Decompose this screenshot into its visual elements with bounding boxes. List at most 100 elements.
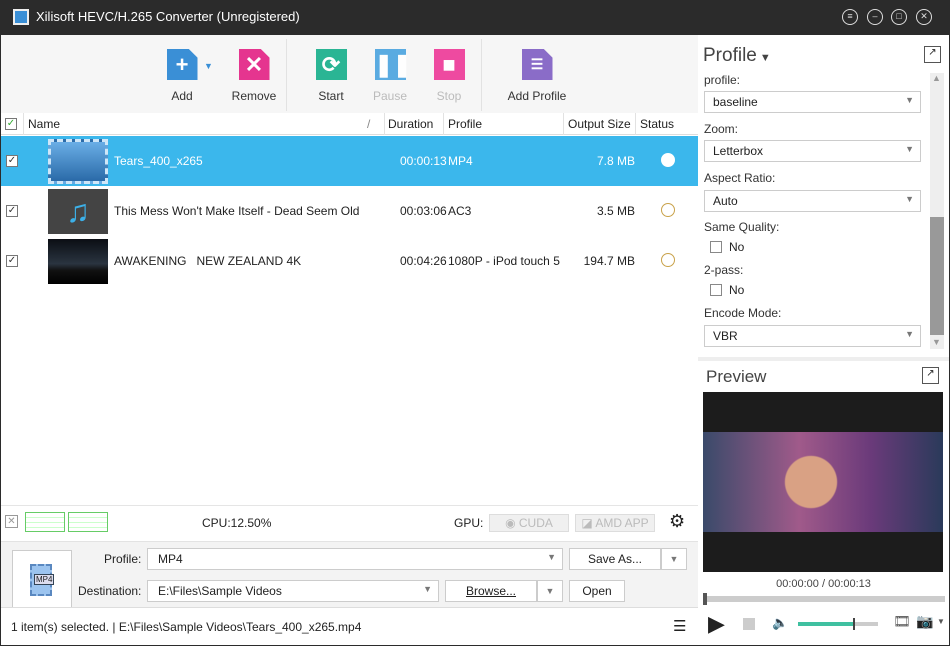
cpu-usage: CPU:12.50%: [202, 516, 272, 530]
add-profile-label: Add Profile: [507, 89, 567, 103]
play-button[interactable]: ▶: [708, 611, 725, 637]
volume-handle[interactable]: [853, 618, 855, 630]
file-list-header: ✓ Name / Duration Profile Output Size St…: [1, 113, 698, 135]
refresh-icon: ⟳: [315, 49, 347, 80]
same-quality-label: Same Quality:: [704, 220, 780, 234]
file-row[interactable]: ✓ AWAKENING NEW ZEALAND 4K 00:04:26 1080…: [1, 236, 698, 286]
nvidia-icon: ◉: [505, 516, 519, 530]
column-output-size[interactable]: Output Size: [568, 117, 631, 131]
app-logo-icon: [13, 9, 29, 25]
camera-icon[interactable]: 📷: [916, 613, 933, 630]
zoom-select[interactable]: Letterbox ▼: [704, 140, 921, 162]
amd-label: AMD APP: [595, 516, 649, 530]
two-pass-value: No: [729, 283, 745, 297]
two-pass-checkbox[interactable]: [710, 284, 722, 296]
column-duration[interactable]: Duration: [388, 117, 433, 131]
destination-select[interactable]: E:\Files\Sample Videos ▼: [147, 580, 439, 602]
browse-button[interactable]: Browse...: [445, 580, 537, 602]
remove-button[interactable]: ✕ Remove: [219, 49, 289, 103]
encode-mode-select[interactable]: VBR ▼: [704, 325, 921, 347]
file-name: This Mess Won't Make Itself - Dead Seem …: [114, 204, 360, 218]
audio-thumbnail: ♫: [48, 189, 108, 234]
format-badge: MP4: [34, 574, 55, 585]
file-row[interactable]: ✓ ♫ This Mess Won't Make Itself - Dead S…: [1, 186, 698, 236]
clock-icon: [661, 203, 675, 217]
profile-select[interactable]: MP4 ▼: [147, 548, 563, 570]
scroll-thumb[interactable]: [930, 217, 944, 335]
scroll-up-icon[interactable]: ▲: [932, 73, 941, 83]
expand-icon[interactable]: ↗: [922, 367, 939, 384]
file-profile[interactable]: 1080P - iPod touch 5: [448, 254, 560, 268]
select-all-checkbox[interactable]: ✓: [5, 118, 17, 130]
row-checkbox[interactable]: ✓: [6, 255, 18, 267]
status-bar: 1 item(s) selected. | E:\Files\Sample Vi…: [1, 607, 698, 645]
zoom-value: Letterbox: [713, 144, 764, 158]
two-pass-label: 2-pass:: [704, 263, 744, 277]
same-quality-value: No: [729, 240, 745, 254]
file-profile[interactable]: MP4: [448, 154, 473, 168]
row-checkbox[interactable]: ✓: [6, 155, 18, 167]
profile-scrollbar[interactable]: ▲ ▼: [930, 73, 944, 349]
profile-option-value: baseline: [713, 95, 758, 109]
scroll-down-icon[interactable]: ▼: [932, 337, 941, 347]
stop-button[interactable]: ■ Stop: [414, 49, 484, 103]
maximize-button[interactable]: □: [891, 9, 907, 25]
column-profile[interactable]: Profile: [448, 117, 482, 131]
close-button[interactable]: ✕: [916, 9, 932, 25]
remove-label: Remove: [231, 89, 277, 103]
output-settings: MP4 Profile: MP4 ▼ Save As... ▼ Destinati…: [1, 541, 698, 610]
log-icon[interactable]: ☰: [673, 617, 686, 635]
profile-option-select[interactable]: baseline ▼: [704, 91, 921, 113]
expand-icon[interactable]: ↗: [924, 46, 941, 63]
snapshot-list-icon[interactable]: 🎞: [893, 613, 911, 630]
save-as-dropdown[interactable]: ▼: [661, 548, 687, 570]
profile-option-label: profile:: [704, 73, 741, 87]
column-status[interactable]: Status: [640, 117, 674, 131]
row-checkbox[interactable]: ✓: [6, 205, 18, 217]
menu-icon[interactable]: ≡: [842, 9, 858, 25]
profile-label: Profile:: [104, 552, 142, 566]
same-quality-checkbox[interactable]: [710, 241, 722, 253]
seek-bar[interactable]: [703, 593, 945, 605]
close-graph-icon[interactable]: ✕: [5, 515, 18, 528]
volume-icon[interactable]: 🔈: [772, 615, 788, 631]
minimize-button[interactable]: –: [867, 9, 883, 25]
title-bar: Xilisoft HEVC/H.265 Converter (Unregiste…: [0, 0, 950, 34]
save-as-button[interactable]: Save As...: [569, 548, 661, 570]
caret-down-icon: ▼: [756, 52, 771, 64]
add-profile-button[interactable]: ☰ Add Profile: [492, 49, 582, 103]
profile-panel-title[interactable]: Profile ▼: [703, 45, 771, 67]
toolbar: + Add ▼ ✕ Remove ⟳ Start ❚❚ Pause ■ Stop ☰ Add…: [1, 35, 698, 113]
aspect-ratio-value: Auto: [713, 194, 738, 208]
aspect-ratio-label: Aspect Ratio:: [704, 171, 776, 185]
aspect-ratio-select[interactable]: Auto ▼: [704, 190, 921, 212]
column-name[interactable]: Name: [28, 117, 60, 131]
amd-app-button[interactable]: ◪ AMD APP: [575, 514, 655, 532]
chevron-down-icon: ▼: [905, 144, 914, 154]
volume-fill: [798, 622, 854, 626]
add-label: Add: [171, 89, 193, 103]
add-button[interactable]: + Add: [147, 49, 217, 103]
open-button[interactable]: Open: [569, 580, 625, 602]
divider: [286, 39, 287, 111]
file-size: 194.7 MB: [583, 254, 635, 268]
document-icon: ☰: [521, 49, 553, 80]
file-row[interactable]: ✓ Tears_400_x265 00:00:13 MP4 7.8 MB: [1, 136, 698, 186]
chevron-down-icon: ▼: [547, 552, 556, 562]
file-name: AWAKENING NEW ZEALAND 4K: [114, 254, 302, 268]
browse-dropdown[interactable]: ▼: [537, 580, 563, 602]
camera-dropdown-icon[interactable]: ▼: [937, 617, 945, 626]
chevron-down-icon: ▼: [905, 95, 914, 105]
cuda-button[interactable]: ◉ CUDA: [489, 514, 569, 532]
volume-slider[interactable]: [798, 618, 878, 630]
file-size: 7.8 MB: [596, 154, 635, 168]
seek-handle[interactable]: [703, 593, 707, 605]
encode-mode-label: Encode Mode:: [704, 306, 782, 320]
add-dropdown-icon[interactable]: ▼: [204, 61, 213, 71]
file-profile[interactable]: AC3: [448, 204, 471, 218]
divider: [698, 357, 949, 361]
gear-icon[interactable]: ⚙: [669, 511, 685, 532]
stop-preview-button[interactable]: [743, 618, 755, 630]
remove-icon: ✕: [238, 49, 270, 80]
pause-icon: ❚❚: [374, 49, 411, 80]
